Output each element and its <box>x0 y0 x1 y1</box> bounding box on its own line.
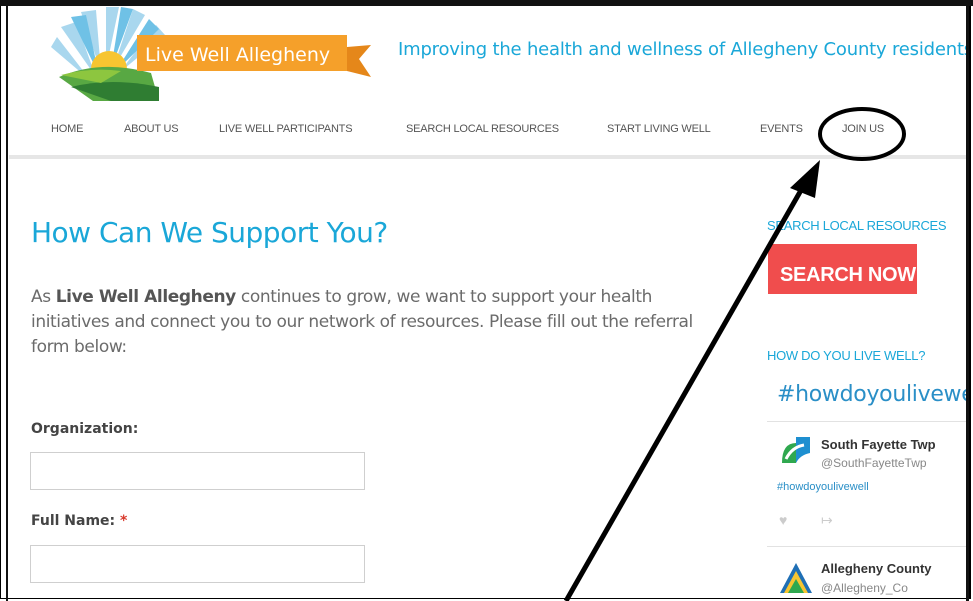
feed-divider <box>767 421 968 422</box>
intro-prefix: As <box>31 287 56 307</box>
page-title: How Can We Support You? <box>31 216 388 249</box>
share-icon[interactable]: ↦ <box>821 512 833 529</box>
heart-icon[interactable]: ♥ <box>779 512 787 528</box>
required-asterisk: * <box>120 513 128 529</box>
site-logo[interactable]: Live Well Allegheny <box>41 7 381 101</box>
organization-field[interactable] <box>30 452 365 490</box>
nav-events[interactable]: EVENTS <box>760 123 803 135</box>
tweet-hashtag[interactable]: #howdoyoulivewell <box>777 481 869 493</box>
intro-paragraph: As Live Well Allegheny continues to grow… <box>31 285 731 360</box>
screenshot-frame: Live Well Allegheny Improving the health… <box>0 0 971 599</box>
nav-about-us[interactable]: ABOUT US <box>124 123 179 135</box>
full-name-field[interactable] <box>30 545 365 583</box>
crop-right-edge <box>966 0 969 601</box>
organization-label: Organization: <box>31 421 139 437</box>
live-well-heading: HOW DO YOU LIVE WELL? <box>767 348 926 363</box>
crop-top-edge <box>0 0 973 6</box>
south-fayette-avatar[interactable] <box>778 433 814 469</box>
tweet-author-name[interactable]: South Fayette Twp <box>821 437 936 452</box>
nav-live-well-participants[interactable]: LIVE WELL PARTICIPANTS <box>219 123 353 135</box>
nav-start-living-well[interactable]: START LIVING WELL <box>607 123 711 135</box>
site-tagline: Improving the health and wellness of All… <box>398 39 971 60</box>
feed-divider-2 <box>767 546 968 547</box>
hashtag-feed-title[interactable]: #howdoyoulivewell <box>777 382 968 407</box>
nav-join-us[interactable]: JOIN US <box>842 123 884 135</box>
crop-left-edge <box>6 0 8 601</box>
tweet-author-handle[interactable]: @SouthFayetteTwp <box>821 456 927 470</box>
full-name-label-text: Full Name: <box>31 513 116 529</box>
full-name-label: Full Name: * <box>31 513 127 529</box>
intro-bold-org: Live Well Allegheny <box>55 287 237 307</box>
main-nav: HOME ABOUT US LIVE WELL PARTICIPANTS SEA… <box>1 119 968 143</box>
search-resources-heading: SEARCH LOCAL RESOURCES <box>767 218 947 233</box>
search-now-button[interactable]: SEARCH NOW <box>768 244 917 294</box>
logo-text: Live Well Allegheny <box>145 44 330 66</box>
tweet-author-handle-2[interactable]: @Allegheny_Co <box>821 581 908 595</box>
tweet-author-name-2[interactable]: Allegheny County <box>821 561 932 576</box>
nav-divider <box>9 155 967 159</box>
allegheny-county-avatar[interactable] <box>778 561 814 597</box>
nav-home[interactable]: HOME <box>51 123 83 135</box>
nav-search-local-resources[interactable]: SEARCH LOCAL RESOURCES <box>406 123 559 135</box>
